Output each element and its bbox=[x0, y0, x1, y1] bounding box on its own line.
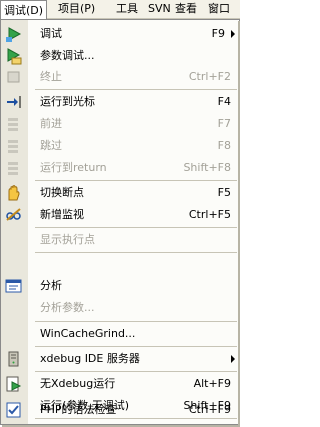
run-without-debug-icon bbox=[3, 374, 25, 394]
menu-item-label: PHP的语法检查 bbox=[40, 403, 117, 416]
menu-view[interactable]: 查看 bbox=[175, 2, 197, 16]
menu-separator bbox=[35, 346, 237, 347]
menu-item-shortcut: F7 bbox=[217, 117, 231, 130]
debug-run-icon bbox=[3, 24, 25, 44]
debug-dropdown-menu: 调试 F9 参数调试... 终止 Ctrl+F2 运行到光标 F4 前进 F7 bbox=[0, 19, 240, 425]
menu-shadow bbox=[238, 21, 240, 425]
menu-item-shortcut: F5 bbox=[217, 186, 231, 199]
menu-item-label: WinCacheGrind... bbox=[40, 327, 136, 340]
menu-item-profile[interactable]: 分析 bbox=[1, 276, 239, 296]
menu-bar: 调试(D) 项目(P) 工具 SVN 查看 窗口 bbox=[0, 0, 240, 19]
menu-item-step-over[interactable]: 跳过 F8 bbox=[1, 136, 239, 156]
menu-item-shortcut: Shift+F8 bbox=[183, 161, 231, 174]
menu-item-label: 显示执行点 bbox=[40, 233, 95, 246]
step-into-icon bbox=[3, 114, 25, 134]
menu-item-label: 分析 bbox=[40, 279, 62, 292]
step-over-icon bbox=[3, 136, 25, 156]
menu-item-toggle-breakpoint[interactable]: 切换断点 F5 bbox=[1, 183, 239, 203]
menu-item-label: 运行到光标 bbox=[40, 95, 95, 108]
menu-project[interactable]: 项目(P) bbox=[58, 2, 95, 16]
menu-tools[interactable]: 工具 bbox=[116, 2, 138, 16]
menu-item-add-watch[interactable]: 新增监视 Ctrl+F5 bbox=[1, 205, 239, 225]
menu-item-label: 分析参数... bbox=[40, 301, 95, 314]
stop-icon bbox=[3, 67, 25, 87]
menu-item-shortcut: F4 bbox=[217, 95, 231, 108]
menu-item-show-execution-point[interactable]: 显示执行点 bbox=[1, 230, 239, 250]
menu-item-label: 新增监视 bbox=[40, 208, 84, 221]
menu-item-label: 切换断点 bbox=[40, 186, 84, 199]
menu-item-label: 无Xdebug运行 bbox=[40, 377, 116, 390]
menu-item-shortcut: Alt+F9 bbox=[193, 377, 231, 390]
menu-separator bbox=[35, 371, 237, 372]
menu-item-profile-params[interactable]: 分析参数... bbox=[1, 298, 239, 318]
menu-item-label: 前进 bbox=[40, 117, 62, 130]
menu-debug[interactable]: 调试(D) bbox=[0, 0, 48, 19]
menu-item-label: 参数调试... bbox=[40, 49, 95, 62]
menu-item-label: 调试 bbox=[40, 27, 62, 40]
add-watch-icon bbox=[3, 205, 25, 225]
menu-item-shortcut: Ctrl+F2 bbox=[188, 70, 231, 83]
menu-item-xdebug-ide-server[interactable]: xdebug IDE 服务器 bbox=[1, 349, 239, 369]
menu-item-label: 运行到return bbox=[40, 161, 107, 174]
menu-item-label: 终止 bbox=[40, 70, 62, 83]
server-icon bbox=[3, 349, 25, 369]
menu-window[interactable]: 窗口 bbox=[208, 2, 230, 16]
menu-item-label: xdebug IDE 服务器 bbox=[40, 352, 140, 365]
menu-item-step-into[interactable]: 前进 F7 bbox=[1, 114, 239, 134]
menu-separator bbox=[35, 321, 237, 322]
menu-item-wincachegrind[interactable]: WinCacheGrind... bbox=[1, 324, 239, 344]
debug-params-icon bbox=[3, 46, 25, 66]
menu-svn[interactable]: SVN bbox=[148, 2, 171, 16]
profile-icon bbox=[3, 276, 25, 296]
menu-separator bbox=[35, 252, 237, 253]
menu-item-debug-params[interactable]: 参数调试... bbox=[1, 46, 239, 66]
submenu-arrow-icon bbox=[231, 355, 235, 363]
menu-item-debug[interactable]: 调试 F9 bbox=[1, 24, 239, 44]
menu-item-shortcut: Ctrl+F5 bbox=[188, 208, 231, 221]
toggle-breakpoint-icon bbox=[3, 183, 25, 203]
menu-item-run-without-xdebug[interactable]: 无Xdebug运行 Alt+F9 bbox=[1, 374, 239, 394]
menu-separator bbox=[35, 180, 237, 181]
syntax-check-icon bbox=[3, 400, 25, 420]
submenu-arrow-icon bbox=[231, 30, 235, 38]
run-to-cursor-icon bbox=[3, 92, 25, 112]
menu-item-stop[interactable]: 终止 Ctrl+F2 bbox=[1, 67, 239, 87]
menu-item-run-to-cursor[interactable]: 运行到光标 F4 bbox=[1, 92, 239, 112]
menu-separator bbox=[35, 227, 237, 228]
run-to-return-icon bbox=[3, 158, 25, 178]
menu-item-shortcut: F8 bbox=[217, 139, 231, 152]
menu-item-php-syntax-check[interactable]: PHP的语法检查 Ctrl+F9 bbox=[1, 400, 239, 420]
menu-item-shortcut: Ctrl+F9 bbox=[188, 403, 231, 416]
menu-item-shortcut: F9 bbox=[211, 27, 225, 40]
menu-item-run-to-return[interactable]: 运行到return Shift+F8 bbox=[1, 158, 239, 178]
menu-separator bbox=[35, 89, 237, 90]
menu-item-label: 跳过 bbox=[40, 139, 62, 152]
